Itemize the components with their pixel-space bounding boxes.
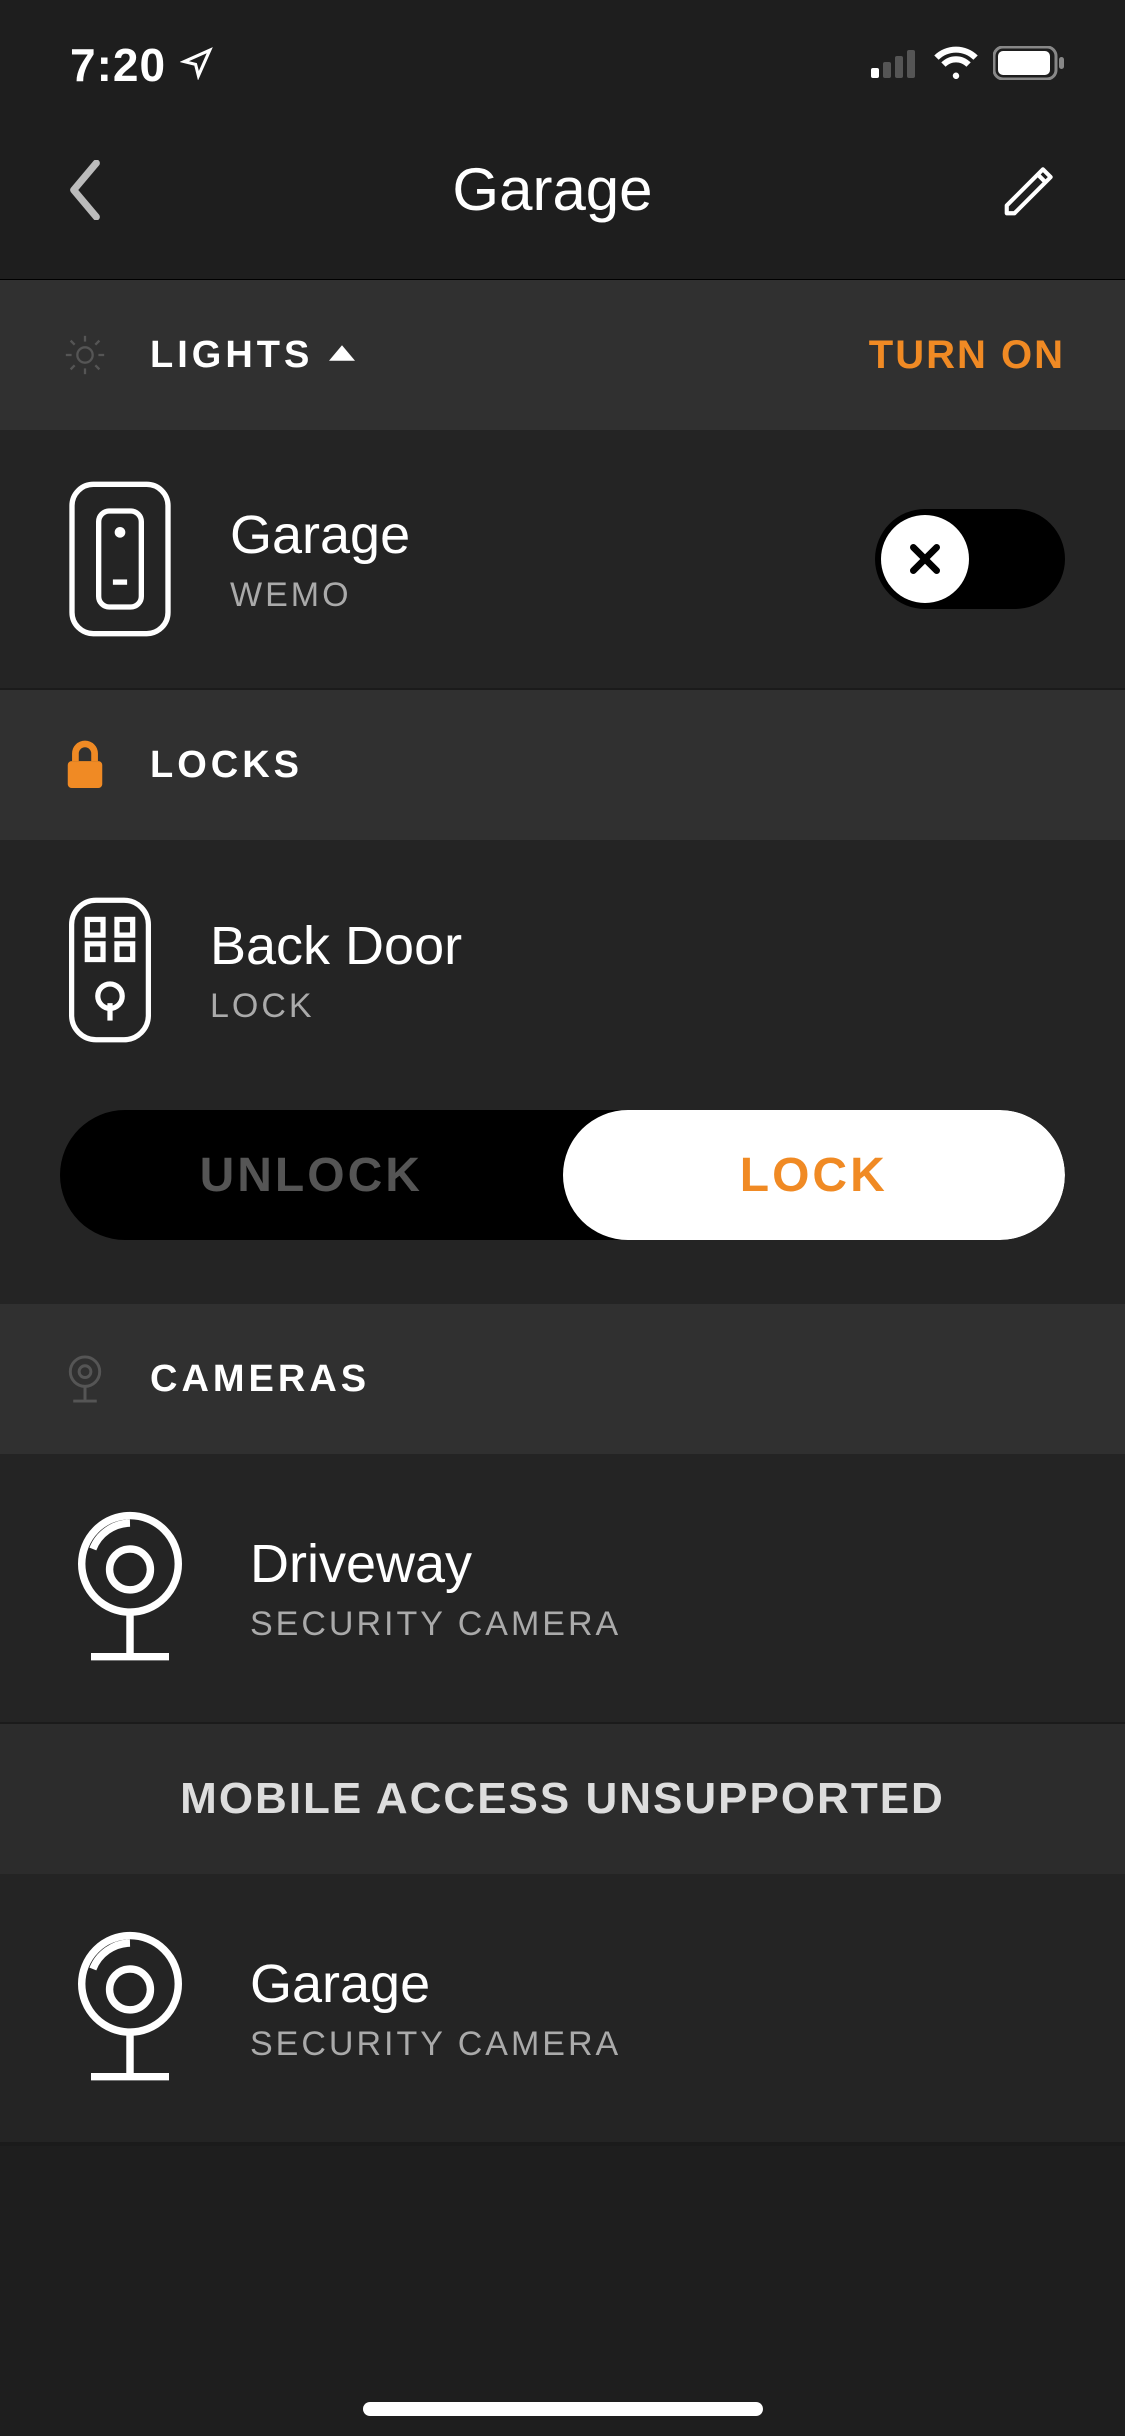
garage-light-toggle[interactable] — [875, 509, 1065, 609]
lock-button[interactable]: LOCK — [563, 1110, 1066, 1240]
keypad-lock-icon — [60, 890, 160, 1050]
device-subtype: LOCK — [210, 987, 462, 1026]
x-icon — [905, 539, 945, 579]
status-right — [871, 46, 1065, 85]
lights-turn-on-button[interactable]: TURN ON — [869, 333, 1065, 378]
device-name: Garage — [250, 1953, 621, 2015]
locks-section-label: LOCKS — [150, 744, 303, 787]
locks-section-header[interactable]: LOCKS — [0, 690, 1125, 840]
battery-icon — [993, 46, 1065, 85]
cameras-section-header[interactable]: CAMERAS — [0, 1304, 1125, 1454]
location-arrow-icon — [180, 46, 214, 85]
status-left: 7:20 — [70, 38, 214, 92]
lights-section-header[interactable]: LIGHTS TURN ON — [0, 280, 1125, 430]
device-subtype: SECURITY CAMERA — [250, 1605, 621, 1644]
device-row-driveway-camera[interactable]: Driveway SECURITY CAMERA — [0, 1454, 1125, 1724]
home-indicator[interactable] — [363, 2402, 763, 2416]
device-name: Back Door — [210, 915, 462, 977]
device-row-garage-light[interactable]: Garage WEMO — [0, 430, 1125, 690]
edit-button[interactable] — [995, 155, 1065, 225]
sun-icon — [60, 330, 110, 380]
camera-device-icon — [60, 1923, 200, 2093]
unlock-button[interactable]: UNLOCK — [60, 1110, 563, 1240]
device-name: Garage — [230, 504, 410, 566]
device-block-back-door: Back Door LOCK UNLOCK LOCK — [0, 840, 1125, 1304]
bottom-spacer — [0, 2144, 1125, 2204]
lock-icon — [60, 740, 110, 790]
cameras-section-label: CAMERAS — [150, 1358, 370, 1401]
wifi-icon — [933, 46, 979, 85]
lock-segmented-control: UNLOCK LOCK — [60, 1110, 1065, 1240]
home-indicator-wrap — [0, 2402, 1125, 2416]
mobile-unsupported-banner: MOBILE ACCESS UNSUPPORTED — [0, 1724, 1125, 1874]
device-row-back-door[interactable]: Back Door LOCK — [60, 880, 1065, 1060]
caret-up-icon — [329, 345, 355, 366]
page-title: Garage — [452, 155, 652, 224]
chevron-left-icon — [68, 160, 102, 220]
device-name: Driveway — [250, 1533, 621, 1595]
cell-signal-icon — [871, 48, 919, 83]
device-subtype: SECURITY CAMERA — [250, 2025, 621, 2064]
device-subtype: WEMO — [230, 576, 410, 615]
lights-section-label: LIGHTS — [150, 334, 313, 377]
pencil-icon — [999, 159, 1061, 221]
device-row-garage-camera[interactable]: Garage SECURITY CAMERA — [0, 1874, 1125, 2144]
back-button[interactable] — [60, 150, 110, 230]
nav-header: Garage — [0, 100, 1125, 280]
toggle-knob-off — [881, 515, 969, 603]
camera-icon — [60, 1354, 110, 1404]
status-time: 7:20 — [70, 38, 166, 92]
switch-icon — [60, 479, 180, 639]
camera-device-icon — [60, 1503, 200, 1673]
status-bar: 7:20 — [0, 0, 1125, 100]
